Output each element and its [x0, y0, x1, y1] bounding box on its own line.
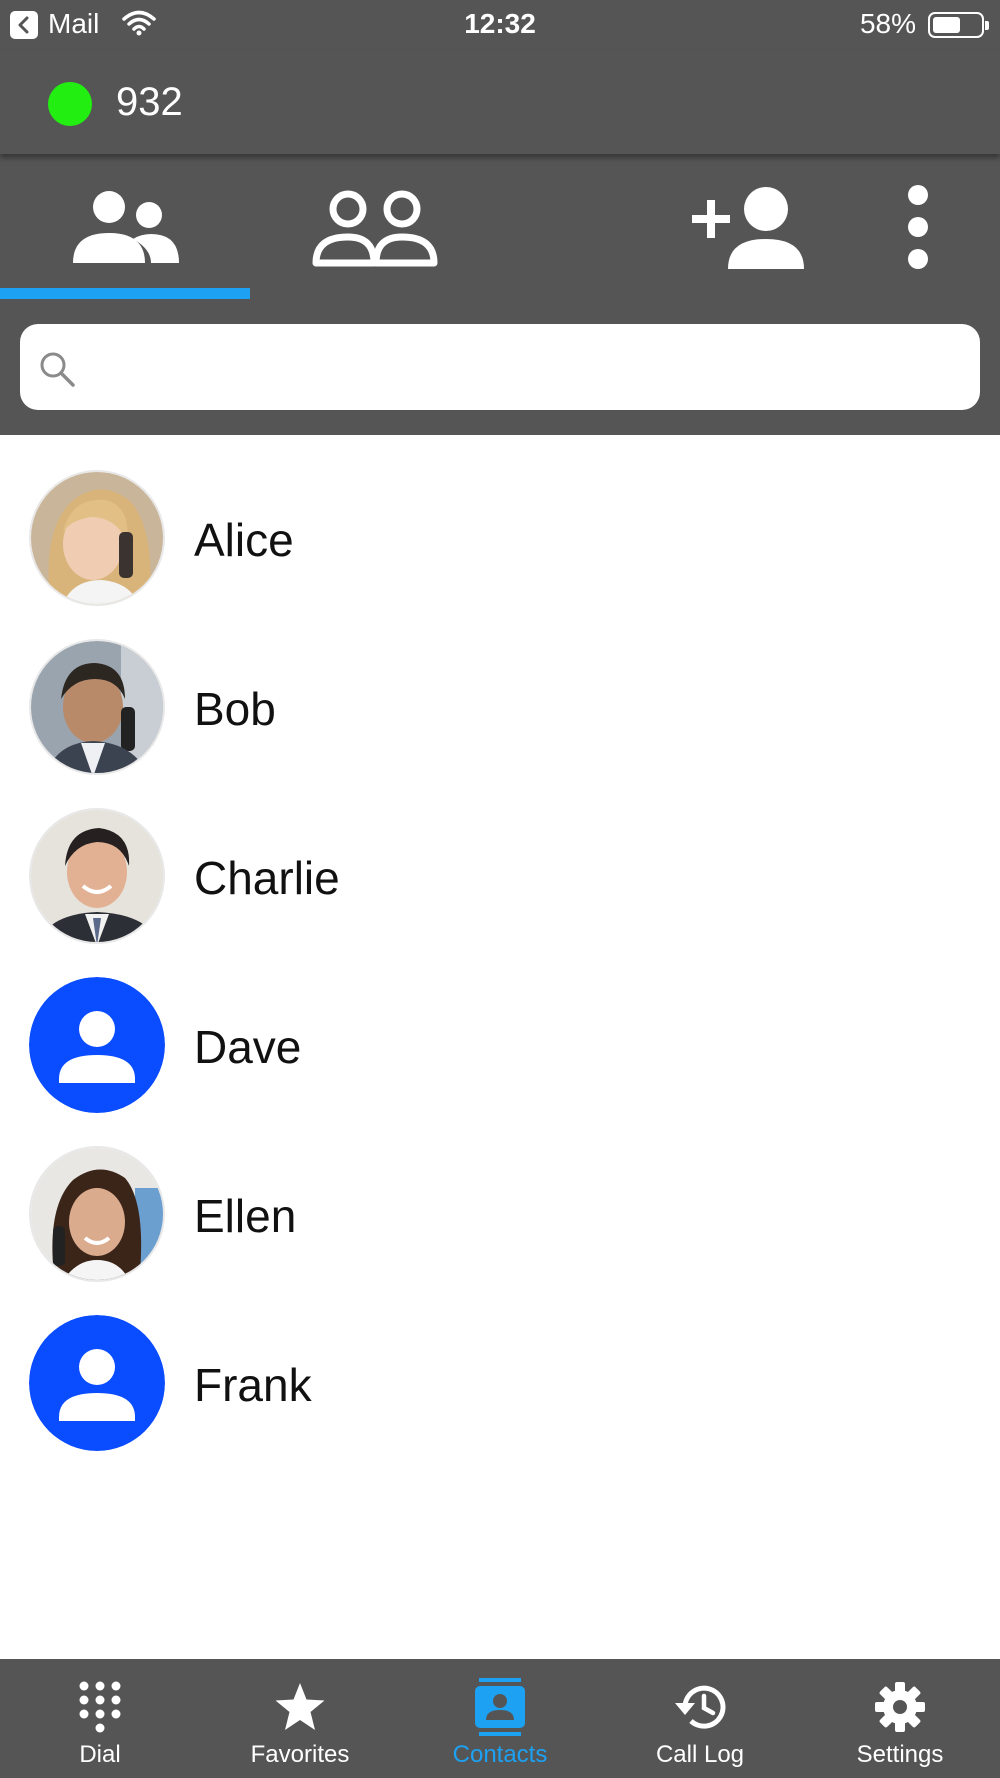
groups-icon	[312, 190, 438, 266]
history-icon	[670, 1677, 730, 1737]
search-box[interactable]	[20, 324, 980, 410]
contact-row-dave[interactable]: Dave	[0, 942, 1000, 1113]
nav-label: Call Log	[655, 1741, 745, 1768]
contact-row-ellen[interactable]: Ellen	[0, 1111, 1000, 1282]
contacts-book-icon	[470, 1677, 530, 1737]
nav-favorites[interactable]: Favorites	[200, 1659, 400, 1778]
contact-name: Ellen	[194, 1190, 297, 1242]
contact-row-frank[interactable]: Frank	[0, 1280, 1000, 1451]
more-vert-icon	[907, 184, 928, 269]
contacts-toolbar	[0, 154, 1000, 299]
default-avatar-icon	[29, 977, 165, 1113]
bottom-navigation: Dial Favorites Contacts Call Log Setting…	[0, 1659, 1000, 1778]
nav-call-log[interactable]: Call Log	[600, 1659, 800, 1778]
nav-dial[interactable]: Dial	[0, 1659, 200, 1778]
contact-avatar-photo	[29, 470, 165, 606]
search-input[interactable]	[96, 324, 956, 410]
presence-status-dot	[48, 82, 92, 126]
status-bar: Mail 12:32 58%	[0, 0, 1000, 50]
add-contact-button[interactable]	[680, 154, 820, 299]
contacts-icon	[73, 190, 179, 263]
contact-name: Dave	[194, 1021, 302, 1073]
star-icon	[270, 1677, 330, 1737]
nav-label: Favorites	[250, 1741, 350, 1768]
active-tab-indicator	[0, 288, 250, 299]
status-time: 12:32	[464, 8, 536, 39]
nav-label: Settings	[856, 1741, 944, 1768]
contact-name: Frank	[194, 1359, 312, 1411]
account-number: 932	[116, 80, 183, 124]
contact-avatar-photo	[29, 639, 165, 775]
contact-avatar-photo	[29, 1146, 165, 1282]
more-options-button[interactable]	[870, 154, 965, 299]
contact-row-bob[interactable]: Bob	[0, 604, 1000, 775]
contact-name: Alice	[194, 514, 294, 566]
account-bar: 932	[0, 50, 1000, 154]
contact-avatar-photo	[29, 808, 165, 944]
contact-row-alice[interactable]: Alice	[0, 435, 1000, 606]
dialpad-icon	[70, 1677, 130, 1737]
battery-icon	[928, 12, 989, 38]
contact-name: Bob	[194, 683, 276, 735]
battery-percent: 58%	[859, 8, 916, 39]
search-icon	[38, 350, 76, 393]
contact-name: Charlie	[194, 852, 340, 904]
contact-row-charlie[interactable]: Charlie	[0, 773, 1000, 944]
nav-settings[interactable]: Settings	[800, 1659, 1000, 1778]
add-contact-icon	[692, 186, 804, 269]
gear-icon	[870, 1677, 930, 1737]
nav-contacts[interactable]: Contacts	[400, 1659, 600, 1778]
nav-label: Contacts	[452, 1741, 548, 1768]
tab-groups[interactable]	[250, 154, 500, 299]
search-bar	[0, 299, 1000, 435]
default-avatar-icon	[29, 1315, 165, 1451]
nav-label: Dial	[79, 1741, 121, 1768]
tab-contacts[interactable]	[0, 154, 250, 299]
